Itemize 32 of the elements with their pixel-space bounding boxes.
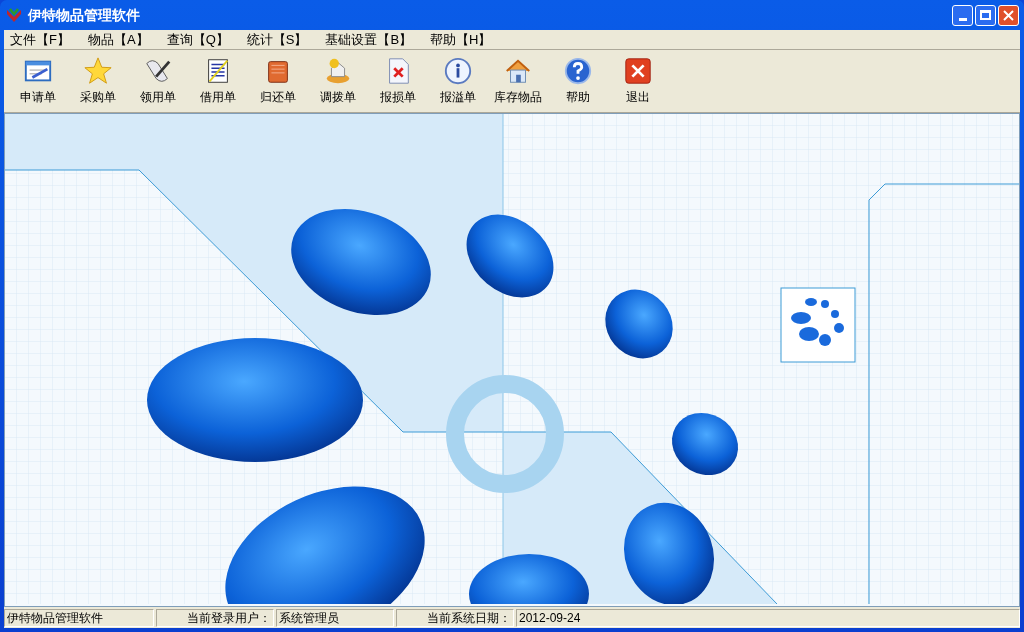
status-label: 当前系统日期： [396,609,514,627]
info-icon [443,56,473,86]
toolbar-button[interactable]: 借用单 [188,52,248,110]
help-icon [563,56,593,86]
status-value: 系统管理员 [276,609,394,627]
close-button[interactable] [998,4,1019,26]
toolbar-button[interactable]: 归还单 [248,52,308,110]
status-value: 2012-09-24 [516,609,1020,627]
menu-item[interactable]: 帮助【H】 [430,29,492,50]
maximize-button[interactable] [975,4,996,26]
star-icon [83,56,113,86]
toolbar-button[interactable]: 调拨单 [308,52,368,110]
status-text: 伊特物品管理软件 [4,609,154,627]
close-icon [623,56,653,86]
close-icon [1003,9,1014,21]
app-logo-icon [6,7,22,23]
status-label: 当前登录用户： [156,609,274,627]
toolbar-button[interactable]: 报损单 [368,52,428,110]
menu-item[interactable]: 查询【Q】 [166,29,229,50]
toolbar-button[interactable]: 采购单 [68,52,128,110]
menu-item[interactable]: 文件【F】 [10,29,70,50]
toolbar-button[interactable]: 退出 [608,52,668,110]
toolbar-button[interactable]: 帮助 [548,52,608,110]
minimize-button[interactable] [952,4,973,26]
menu-item[interactable]: 基础设置【B】 [325,29,413,50]
toolbar-button[interactable]: 库存物品 [488,52,548,110]
toolbar-button[interactable]: 申请单 [8,52,68,110]
window-title: 伊特物品管理软件 [28,5,140,25]
toolbar-button[interactable]: 领用单 [128,52,188,110]
menu-item[interactable]: 统计【S】 [246,29,308,50]
toolbar-button[interactable]: 报溢单 [428,52,488,110]
menu-item[interactable]: 物品【A】 [87,29,149,50]
